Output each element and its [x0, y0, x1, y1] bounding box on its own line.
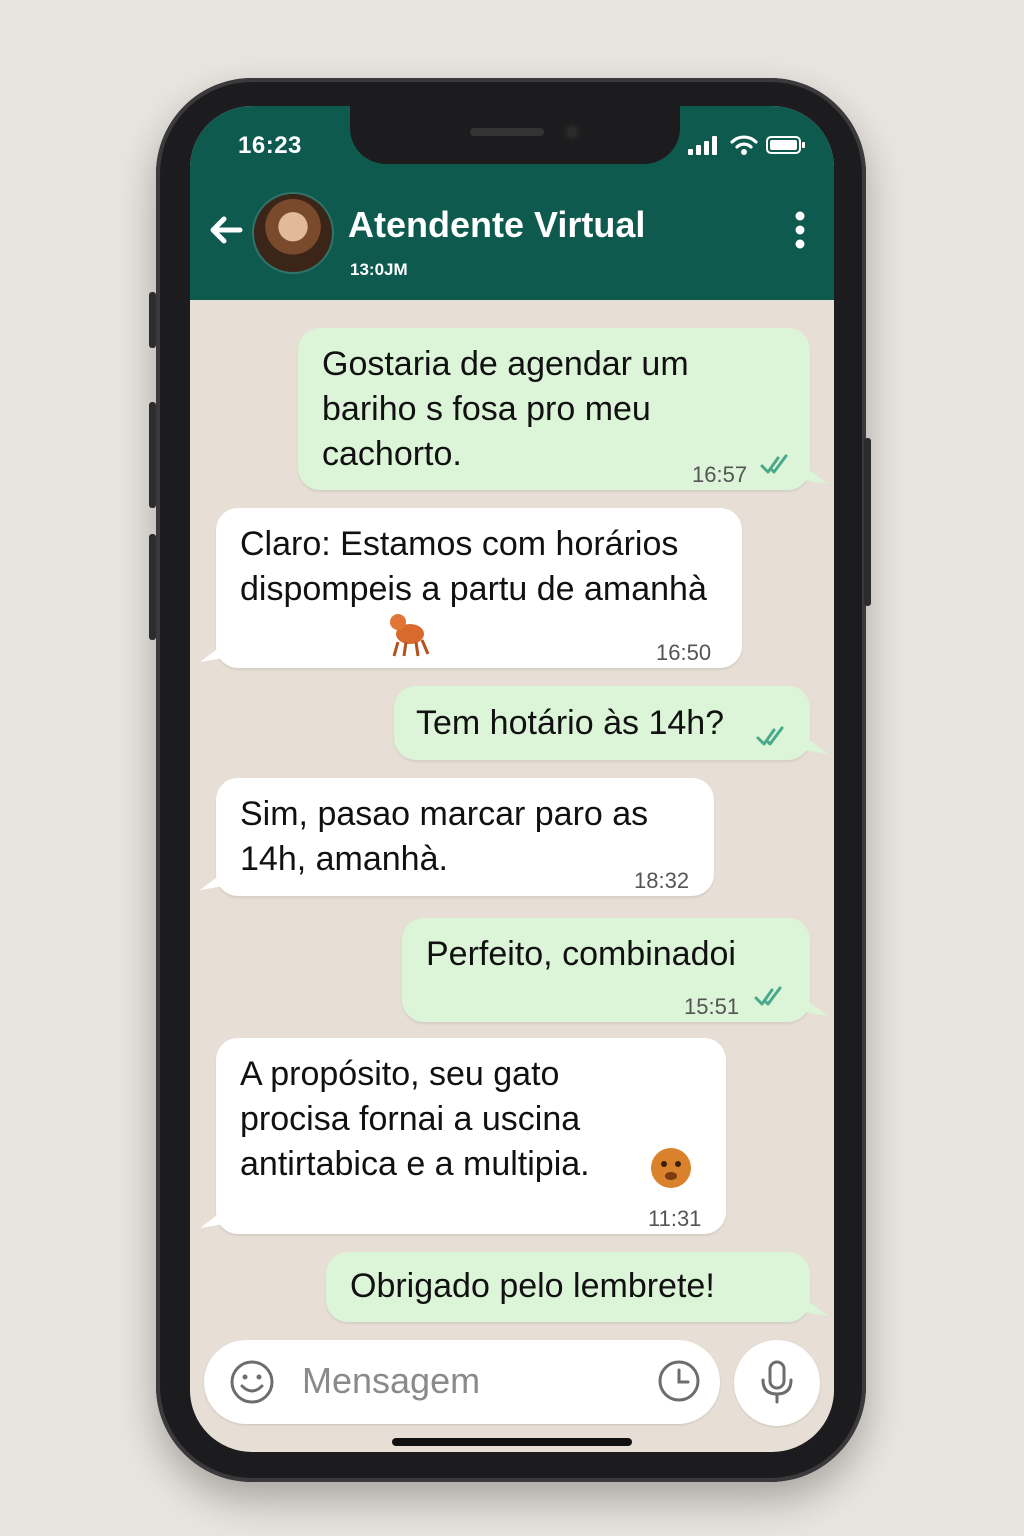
more-vertical-icon[interactable] [794, 210, 806, 250]
front-camera [564, 124, 580, 140]
volume-up-button [149, 402, 156, 508]
home-indicator[interactable] [392, 1438, 632, 1446]
chat-header: 16:23 Atendente Virtual 13:0JM [190, 106, 834, 300]
volume-down-button [149, 534, 156, 640]
status-icons [688, 134, 806, 156]
phone-screen: 16:23 Atendente Virtual 13:0JM Gostaria … [190, 106, 834, 1452]
message-time: 11:31 [648, 1206, 702, 1231]
bubble-tail [804, 736, 828, 754]
bubble-tail [804, 1298, 828, 1316]
microphone-button[interactable] [734, 1340, 820, 1426]
contact-name[interactable]: Atendente Virtual [348, 204, 645, 246]
chat-area[interactable]: Gostaria de agendar um bariho s fosa pro… [190, 300, 834, 1452]
message-time: 15:51 [684, 994, 740, 1019]
message-text: Claro: Estamos com horários dispompeis a… [240, 525, 707, 608]
message-incoming[interactable]: A propósito, seu gato procisa fornai a u… [216, 1038, 726, 1234]
wifi-icon [730, 135, 758, 155]
message-time: 16:57 [692, 462, 748, 487]
message-input[interactable]: Mensagem [204, 1340, 720, 1424]
emoji-icon[interactable] [228, 1358, 276, 1406]
message-text: A propósito, seu gato procisa fornai a u… [240, 1055, 590, 1183]
message-incoming[interactable]: Sim, pasao marcar paro as 14h, amanhà. 1… [216, 778, 714, 896]
read-receipt-icon [754, 986, 782, 1006]
message-outgoing[interactable]: Obrigado pelo lembrete! [326, 1252, 810, 1322]
signal-icon [688, 136, 717, 155]
message-outgoing[interactable]: Gostaria de agendar um bariho s fosa pro… [298, 328, 810, 490]
contact-status: 13:0JM [350, 260, 408, 279]
clock-icon[interactable] [656, 1358, 702, 1404]
message-outgoing[interactable]: Perfeito, combinadoi 15:51 [402, 918, 810, 1022]
avatar[interactable] [254, 194, 332, 272]
dog-emoji-icon [390, 614, 430, 657]
read-receipt-icon [756, 726, 784, 746]
bubble-tail [200, 872, 224, 890]
message-time: 16:50 [656, 640, 712, 665]
message-incoming[interactable]: Claro: Estamos com horários dispompeis a… [216, 508, 742, 668]
microphone-icon [761, 1360, 793, 1404]
message-text: Tem hotário às 14h? [416, 704, 725, 742]
mute-switch [149, 292, 156, 348]
back-arrow-icon[interactable] [206, 210, 246, 250]
message-text: Gostaria de agendar um bariho s fosa pro… [322, 345, 689, 473]
message-text: Obrigado pelo lembrete! [350, 1267, 715, 1305]
status-time: 16:23 [238, 132, 302, 159]
bubble-tail [804, 466, 828, 484]
face-emoji-icon [651, 1148, 691, 1188]
read-receipt-icon [760, 454, 788, 474]
message-text: Perfeito, combinadoi [426, 935, 736, 973]
message-outgoing[interactable]: Tem hotário às 14h? [394, 686, 810, 760]
message-time: 18:32 [634, 868, 690, 893]
bubble-tail [200, 1210, 224, 1228]
notch [350, 106, 680, 164]
power-button [864, 438, 871, 606]
message-placeholder: Mensagem [302, 1360, 481, 1401]
message-text: Sim, pasao marcar paro as 14h, amanhà. [240, 795, 649, 878]
speaker [470, 128, 544, 136]
bubble-tail [804, 998, 828, 1016]
battery-icon [766, 136, 805, 154]
bubble-tail [200, 644, 224, 662]
